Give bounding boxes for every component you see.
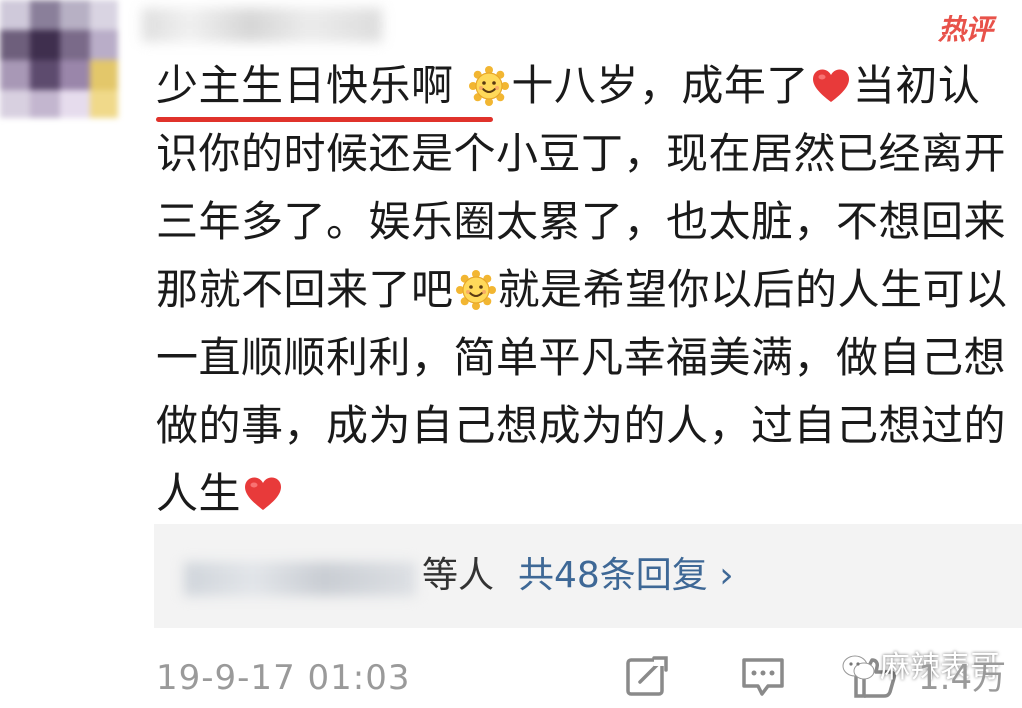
- avatar[interactable]: [0, 0, 118, 118]
- reply-users-blurred: [184, 562, 416, 596]
- comment-text: 少主生日快乐啊 十八岁，成年了 当初认识你的时候还是个小豆丁，现在居然已经离开三…: [156, 52, 1018, 528]
- red-underline: [156, 117, 494, 122]
- comment-timestamp: 19-9-17 01:03: [156, 658, 411, 698]
- sun-face-emoji-icon: [469, 66, 510, 106]
- hot-comment-badge: 热评: [937, 13, 993, 46]
- red-heart-emoji-icon: [245, 477, 282, 510]
- comment-bubble-icon[interactable]: [740, 654, 786, 698]
- replies-box[interactable]: 等人 共48条回复 ›: [154, 524, 1022, 628]
- comment-highlight-text: 少主生日快乐啊: [156, 61, 454, 110]
- sun-face-emoji-icon: [455, 270, 496, 310]
- like-count: 1.4万: [918, 658, 1007, 698]
- red-heart-emoji-icon: [812, 69, 849, 102]
- wechat-icon: [842, 655, 875, 680]
- comment-segment-1: 十八岁，成年了: [511, 61, 809, 110]
- reply-users-suffix: 等人: [422, 555, 495, 596]
- share-edit-icon[interactable]: [624, 654, 670, 698]
- username-blurred[interactable]: [142, 8, 382, 42]
- comment-highlight: 少主生日快乐啊: [156, 61, 494, 122]
- view-replies-link[interactable]: 共48条回复 ›: [518, 554, 734, 598]
